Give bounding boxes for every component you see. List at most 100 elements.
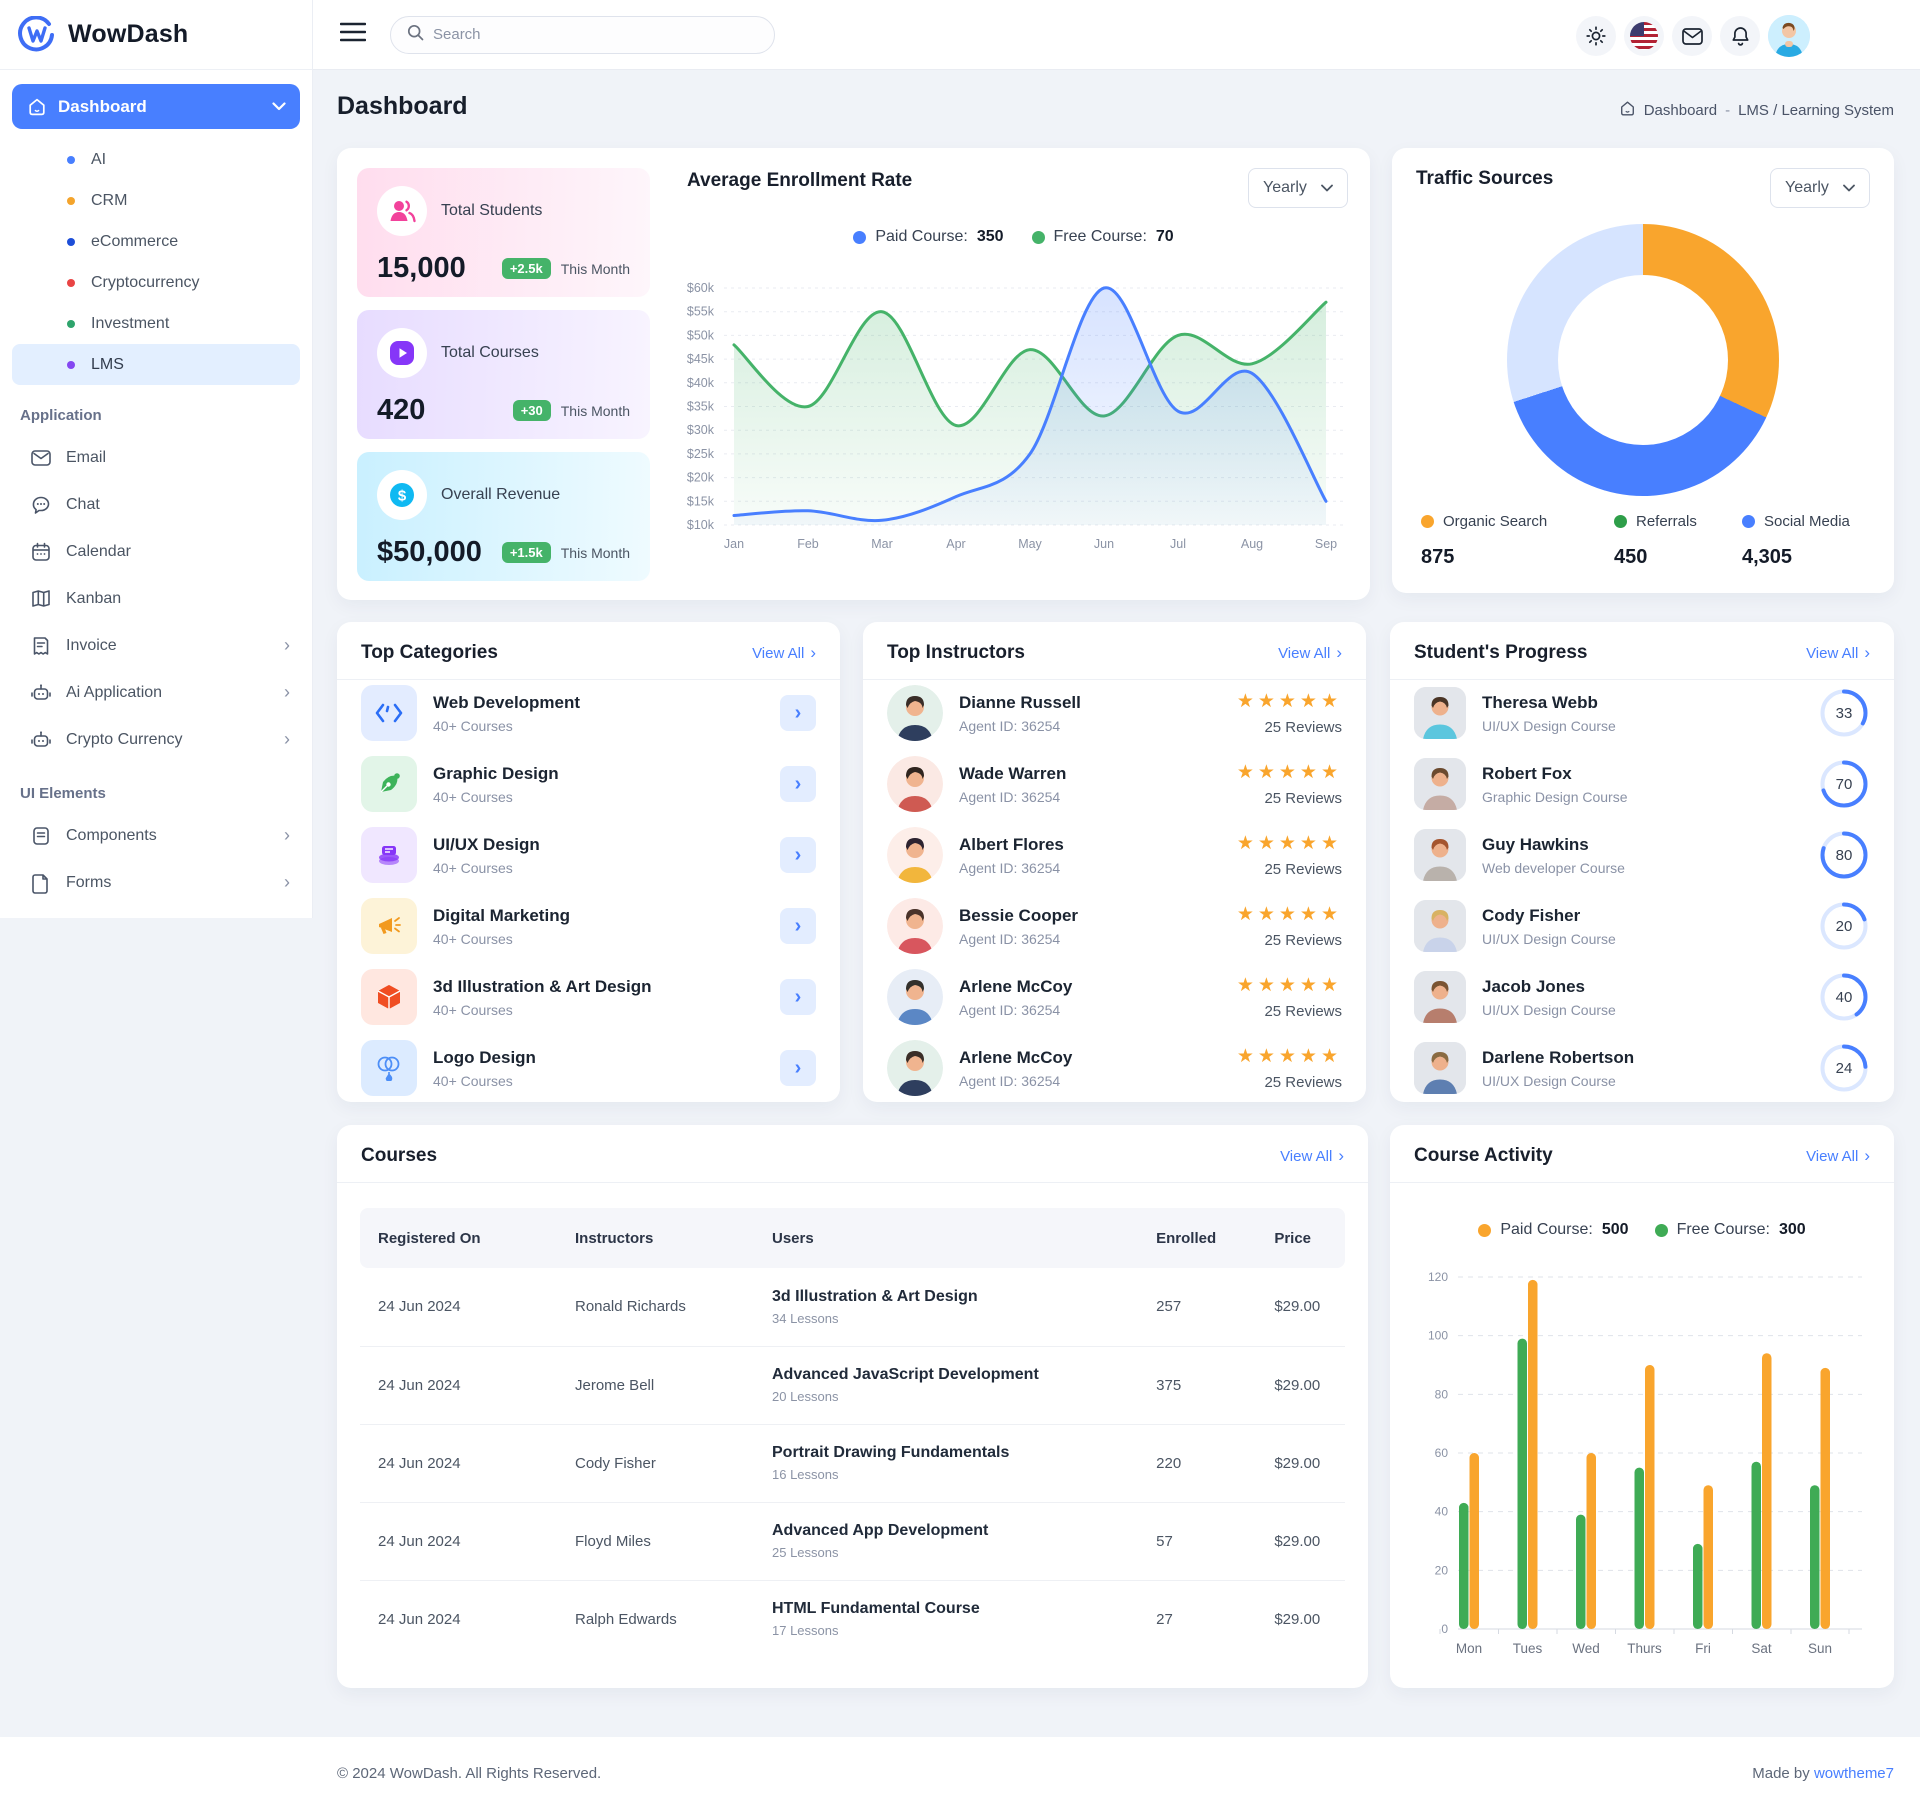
instructor-info: Wade Warren Agent ID: 36254 [959, 764, 1221, 805]
sidebar-item-invoice[interactable]: Invoice› [12, 622, 300, 669]
sidebar-item-cryptocurrency[interactable]: Cryptocurrency [12, 262, 300, 303]
cell-price: $29.00 [1256, 1580, 1345, 1658]
sidebar-item-kanban[interactable]: Kanban [12, 575, 300, 622]
notifications-button[interactable] [1720, 16, 1760, 56]
sidebar-item-ecommerce[interactable]: eCommerce [12, 221, 300, 262]
category-open-button[interactable]: › [780, 1050, 816, 1086]
student-avatar [1414, 1042, 1466, 1094]
student-name: Guy Hawkins [1482, 835, 1802, 855]
robot-icon [30, 682, 52, 704]
sidebar-item-label: Invoice [66, 637, 270, 655]
category-open-button[interactable]: › [780, 908, 816, 944]
sidebar-item-forms[interactable]: Forms› [12, 859, 300, 906]
sidebar-item-investment[interactable]: Investment [12, 303, 300, 344]
language-button[interactable] [1624, 16, 1664, 56]
instructor-agent-id: Agent ID: 36254 [959, 860, 1221, 876]
cell-enrolled: 220 [1138, 1424, 1256, 1502]
student-course: UI/UX Design Course [1482, 931, 1802, 947]
wowtheme7-link[interactable]: wowtheme7 [1814, 1765, 1894, 1782]
table-row[interactable]: 24 Jun 2024Ralph EdwardsHTML Fundamental… [360, 1580, 1345, 1658]
table-row[interactable]: 24 Jun 2024Jerome BellAdvanced JavaScrip… [360, 1346, 1345, 1424]
svg-text:Mar: Mar [871, 537, 893, 551]
instructors-list: Dianne RussellAgent ID: 36254★★★★★25 Rev… [887, 685, 1342, 1111]
enrollment-period-select[interactable]: Yearly [1248, 168, 1348, 208]
category-name: Graphic Design [433, 764, 764, 784]
column-header: Price [1256, 1208, 1345, 1268]
stat-top: Total Students [377, 186, 630, 236]
svg-text:Sep: Sep [1315, 537, 1337, 551]
category-row: 3d Illustration & Art Design40+ Courses› [361, 969, 816, 1025]
star-rating-icon: ★★★★★ [1237, 832, 1342, 855]
svg-text:Wed: Wed [1572, 1641, 1600, 1656]
sidebar-item-components[interactable]: Components› [12, 812, 300, 859]
chevron-right-icon: › [284, 872, 290, 893]
theme-toggle-button[interactable] [1576, 16, 1616, 56]
stat-title: Total Students [441, 202, 542, 220]
sidebar-item-dashboard[interactable]: Dashboard [12, 84, 300, 129]
view-all-link[interactable]: View All› [752, 643, 816, 663]
legend-dot-icon [1742, 515, 1755, 528]
sidebar-item-label: Crypto Currency [66, 731, 270, 749]
reviews-count: 25 Reviews [1237, 1003, 1342, 1020]
student-avatar [1414, 758, 1466, 810]
view-all-link[interactable]: View All› [1806, 643, 1870, 663]
category-open-button[interactable]: › [780, 695, 816, 731]
student-name: Theresa Webb [1482, 693, 1802, 713]
instructor-agent-id: Agent ID: 36254 [959, 931, 1221, 947]
traffic-period-select[interactable]: Yearly [1770, 168, 1870, 208]
view-all-link[interactable]: View All› [1278, 643, 1342, 663]
table-row[interactable]: 24 Jun 2024Cody FisherPortrait Drawing F… [360, 1424, 1345, 1502]
student-info: Darlene RobertsonUI/UX Design Course [1482, 1048, 1802, 1089]
menu-toggle-icon[interactable] [340, 22, 366, 47]
table-row[interactable]: 24 Jun 2024Ronald Richards3d Illustratio… [360, 1268, 1345, 1346]
cell-instructor: Floyd Miles [557, 1502, 754, 1580]
stat-badge: +1.5k [502, 542, 551, 563]
stat-bottom: $50,000+1.5kThis Month [377, 536, 630, 569]
sidebar-item-table[interactable]: Table› [12, 906, 300, 918]
cell-course: 3d Illustration & Art Design34 Lessons [754, 1268, 1138, 1346]
instructor-rating: ★★★★★25 Reviews [1237, 974, 1342, 1020]
category-info: Logo Design40+ Courses [433, 1048, 764, 1089]
search-input[interactable] [433, 26, 758, 43]
table-row[interactable]: 24 Jun 2024Floyd MilesAdvanced App Devel… [360, 1502, 1345, 1580]
legend-label: Paid Course: [875, 228, 968, 246]
legend-dot-icon [1655, 1224, 1668, 1237]
user-avatar[interactable] [1768, 15, 1810, 57]
instructor-avatar [887, 756, 943, 812]
category-row: Web Development40+ Courses› [361, 685, 816, 741]
sidebar-item-crm[interactable]: CRM [12, 180, 300, 221]
cell-price: $29.00 [1256, 1424, 1345, 1502]
sidebar-item-ai-application[interactable]: Ai Application› [12, 669, 300, 716]
view-all-link[interactable]: View All› [1806, 1146, 1870, 1166]
page-title: Dashboard [337, 92, 468, 121]
breadcrumb-home[interactable]: Dashboard [1644, 102, 1717, 119]
sidebar-item-email[interactable]: Email [12, 434, 300, 481]
legend-dot-icon [1478, 1224, 1491, 1237]
view-all-link[interactable]: View All› [1280, 1146, 1344, 1166]
sidebar-item-ai[interactable]: AI [12, 139, 300, 180]
sidebar-item-calendar[interactable]: Calendar [12, 528, 300, 575]
category-open-button[interactable]: › [780, 979, 816, 1015]
traffic-legend-item: Organic Search [1421, 513, 1547, 530]
sidebar-item-crypto-currency[interactable]: Crypto Currency› [12, 716, 300, 763]
brand-logo[interactable]: WowDash [0, 0, 312, 70]
column-header: Enrolled [1138, 1208, 1256, 1268]
category-name: Web Development [433, 693, 764, 713]
sidebar-item-lms[interactable]: LMS [12, 344, 300, 385]
instructor-info: Albert FloresAgent ID: 36254 [959, 835, 1221, 876]
header-actions [1576, 15, 1810, 57]
sidebar-item-label: Chat [66, 496, 290, 514]
messages-button[interactable] [1672, 16, 1712, 56]
instructor-agent-id: Agent ID: 36254 [959, 789, 1221, 805]
email-icon [30, 447, 52, 469]
column-header: Users [754, 1208, 1138, 1268]
instructor-name: Wade Warren [959, 764, 1221, 784]
dashboard-submenu: AICRMeCommerceCryptocurrencyInvestmentLM… [12, 139, 300, 385]
sidebar-item-chat[interactable]: Chat [12, 481, 300, 528]
category-open-button[interactable]: › [780, 766, 816, 802]
traffic-legend-item: Social Media [1742, 513, 1850, 530]
student-name: Jacob Jones [1482, 977, 1802, 997]
student-course: Graphic Design Course [1482, 789, 1802, 805]
calendar-icon [30, 541, 52, 563]
category-open-button[interactable]: › [780, 837, 816, 873]
